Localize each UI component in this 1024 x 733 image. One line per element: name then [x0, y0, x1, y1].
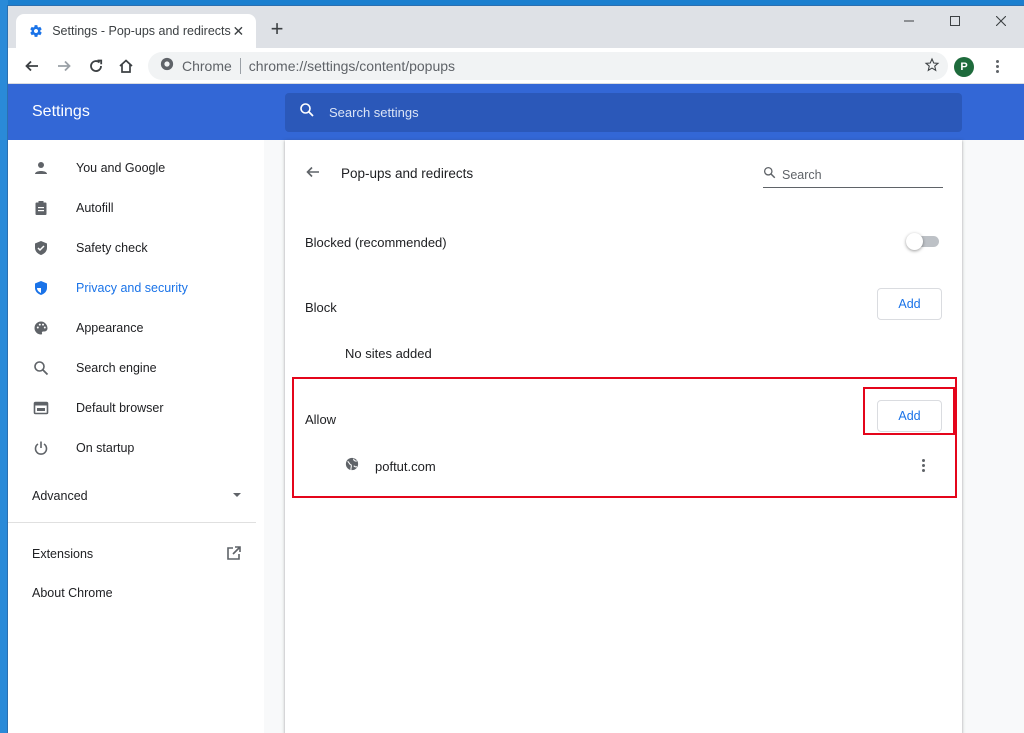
minimize-button[interactable] — [886, 6, 932, 36]
blocked-toggle[interactable] — [906, 233, 940, 250]
home-icon — [119, 59, 133, 73]
sidebar-item-label: On startup — [76, 441, 135, 455]
page-title: Pop-ups and redirects — [341, 166, 474, 181]
sidebar-item-label: You and Google — [76, 161, 166, 175]
sidebar-item-on-startup[interactable]: On startup — [8, 428, 264, 468]
title-bar: Settings - Pop-ups and redirects ✕ + — [8, 6, 1024, 48]
forward-button[interactable] — [52, 54, 76, 78]
sidebar-item-about-chrome[interactable]: About Chrome — [32, 586, 113, 600]
url-text[interactable]: chrome://settings/content/popups — [249, 58, 455, 74]
new-tab-button[interactable]: + — [266, 18, 288, 41]
home-button[interactable] — [114, 54, 138, 78]
sidebar-item-label: Safety check — [76, 241, 148, 255]
sidebar-item-extensions[interactable]: Extensions — [32, 542, 242, 566]
highlight-allow-add-button — [863, 387, 955, 435]
bookmark-star-icon[interactable] — [924, 57, 940, 78]
palette-icon — [32, 319, 50, 337]
highlight-allow-section — [292, 377, 957, 498]
search-placeholder: Search — [782, 167, 822, 182]
sidebar-item-label: Search engine — [76, 361, 157, 375]
profile-avatar[interactable]: P — [954, 57, 974, 77]
back-button[interactable] — [20, 54, 44, 78]
site-search-input[interactable]: Search — [763, 162, 943, 188]
browser-menu-icon[interactable] — [990, 56, 1004, 76]
search-settings-input[interactable]: Search settings — [285, 93, 962, 132]
browser-tab[interactable]: Settings - Pop-ups and redirects ✕ — [16, 14, 256, 48]
power-icon — [32, 439, 50, 457]
search-icon — [299, 102, 315, 123]
tab-close-icon[interactable]: ✕ — [231, 23, 246, 40]
sidebar-item-label: Autofill — [76, 201, 114, 215]
back-arrow-icon[interactable] — [305, 164, 323, 182]
tab-title: Settings - Pop-ups and redirects — [52, 24, 231, 38]
block-section-label: Block — [305, 300, 337, 315]
sidebar-item-safety-check[interactable]: Safety check — [8, 228, 264, 268]
site-chip: Chrome — [182, 58, 232, 74]
sidebar-item-privacy-and-security[interactable]: Privacy and security — [8, 268, 264, 308]
sidebar-item-label: Default browser — [76, 401, 164, 415]
settings-sidebar: You and Google Autofill Safety check Pri… — [8, 140, 264, 733]
shield-check-icon — [32, 239, 50, 257]
sidebar-item-appearance[interactable]: Appearance — [8, 308, 264, 348]
forward-arrow-icon — [58, 60, 71, 72]
shield-icon — [32, 279, 50, 297]
sidebar-divider — [8, 522, 256, 523]
search-icon — [763, 166, 776, 184]
no-sites-text: No sites added — [345, 346, 432, 361]
clipboard-icon — [32, 199, 50, 217]
sidebar-advanced-toggle[interactable]: Advanced — [32, 484, 242, 508]
back-arrow-icon — [25, 60, 38, 72]
sidebar-item-search-engine[interactable]: Search engine — [8, 348, 264, 388]
toggle-knob — [906, 233, 923, 250]
browser-window: Settings - Pop-ups and redirects ✕ + Chr… — [8, 6, 1024, 733]
settings-header: Settings Search settings — [8, 84, 1024, 140]
maximize-button[interactable] — [932, 6, 978, 36]
person-icon — [32, 159, 50, 177]
search-placeholder: Search settings — [329, 105, 419, 120]
settings-title: Settings — [32, 103, 90, 120]
browser-toolbar: Chrome chrome://settings/content/popups … — [8, 48, 1024, 84]
open-in-new-icon — [226, 545, 242, 564]
chrome-logo-icon — [160, 57, 174, 76]
desktop-edge — [0, 0, 8, 733]
caret-down-icon — [232, 489, 242, 503]
blocked-label: Blocked (recommended) — [305, 235, 447, 250]
advanced-label: Advanced — [32, 489, 88, 503]
search-icon — [32, 359, 50, 377]
sidebar-item-label: Privacy and security — [76, 281, 188, 295]
block-add-button[interactable]: Add — [877, 288, 942, 320]
settings-gear-icon — [28, 23, 43, 39]
sidebar-item-you-and-google[interactable]: You and Google — [8, 148, 264, 188]
extensions-label: Extensions — [32, 547, 94, 561]
reload-icon — [90, 59, 103, 72]
sidebar-item-autofill[interactable]: Autofill — [8, 188, 264, 228]
sidebar-item-default-browser[interactable]: Default browser — [8, 388, 264, 428]
address-bar[interactable]: Chrome chrome://settings/content/popups — [148, 52, 948, 80]
reload-button[interactable] — [84, 54, 108, 78]
browser-icon — [32, 399, 50, 417]
close-window-button[interactable] — [978, 6, 1024, 36]
sidebar-item-label: Appearance — [76, 321, 144, 335]
divider — [239, 58, 241, 74]
